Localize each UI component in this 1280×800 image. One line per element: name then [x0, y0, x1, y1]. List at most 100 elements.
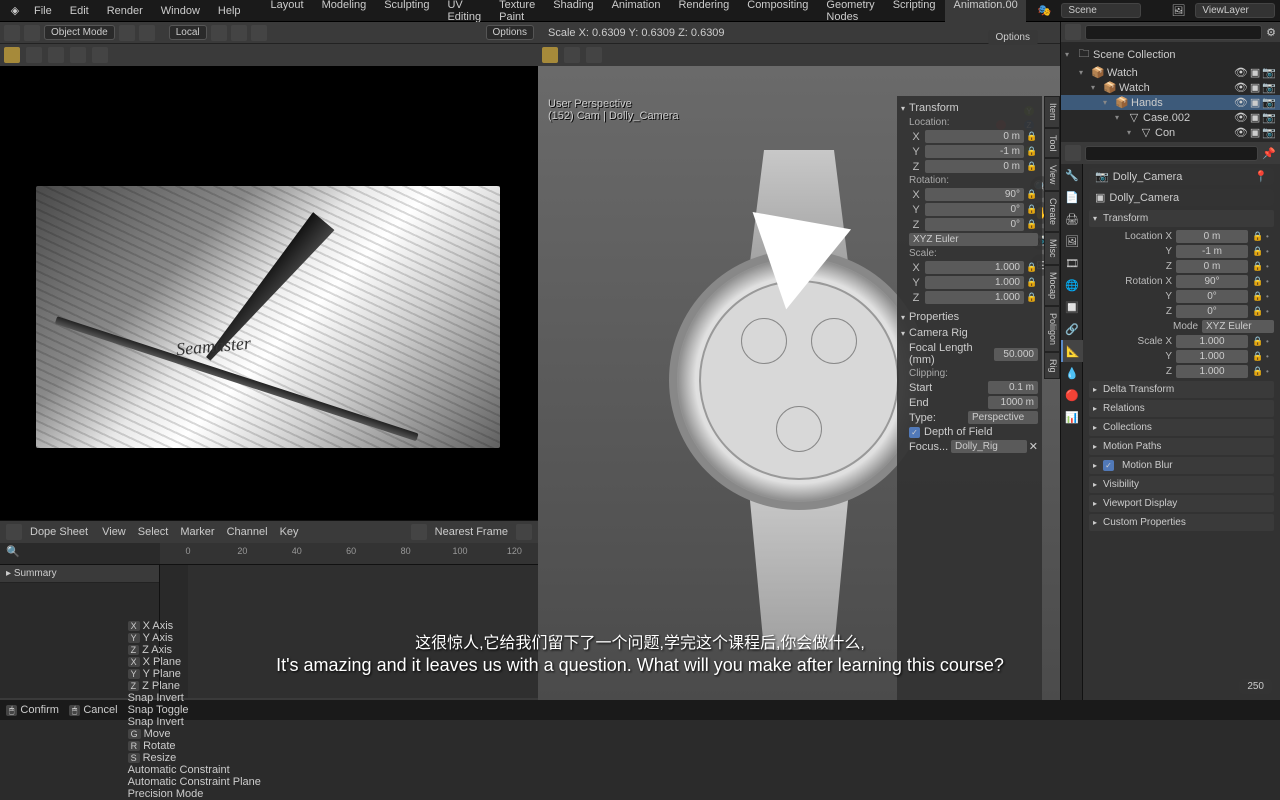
n-panel-tab[interactable]: Item: [1044, 96, 1060, 128]
p-rot-y[interactable]: 0°: [1176, 290, 1248, 303]
focus-object[interactable]: Dolly_Rig: [951, 440, 1027, 453]
pin-toggle-icon[interactable]: 📍: [1254, 170, 1268, 183]
p-loc-z[interactable]: 0 m: [1176, 260, 1248, 273]
property-tab[interactable]: 🔴: [1061, 384, 1083, 406]
n-panel-tab[interactable]: Create: [1044, 191, 1060, 232]
render-icon[interactable]: 📷: [1262, 66, 1276, 79]
p-rot-x[interactable]: 90°: [1176, 275, 1248, 288]
options-dropdown[interactable]: Options: [486, 25, 534, 40]
pin-icon[interactable]: 📌: [1262, 147, 1276, 160]
summary-channel[interactable]: Summary: [0, 565, 159, 583]
data-crumb[interactable]: Dolly_Camera: [1109, 192, 1179, 204]
selectable-icon[interactable]: ▣: [1250, 126, 1260, 139]
p-loc-x[interactable]: 0 m: [1176, 230, 1248, 243]
object-crumb[interactable]: Dolly_Camera: [1113, 171, 1183, 183]
loc-y[interactable]: -1 m: [925, 145, 1024, 158]
property-tab[interactable]: 🔗: [1061, 318, 1083, 340]
image-menu-icon[interactable]: [24, 25, 40, 41]
property-section[interactable]: Visibility: [1089, 476, 1274, 493]
property-tab[interactable]: 🌐: [1061, 274, 1083, 296]
editor-type-icon[interactable]: [4, 25, 20, 41]
property-tab[interactable]: 🖼: [1061, 230, 1083, 252]
p-rot-mode[interactable]: XYZ Euler: [1202, 320, 1274, 333]
rotate-tool-icon[interactable]: [70, 47, 86, 63]
visibility-icon[interactable]: 👁: [1234, 81, 1248, 94]
n-panel-tab[interactable]: Poliigon: [1044, 306, 1060, 352]
dof-checkbox[interactable]: ✓: [909, 427, 920, 438]
property-section[interactable]: Custom Properties: [1089, 514, 1274, 531]
viewport-options[interactable]: Options: [988, 30, 1038, 45]
transform-panel[interactable]: Transform: [1089, 210, 1274, 227]
overlays-icon[interactable]: [119, 25, 135, 41]
camera-rig-section[interactable]: Camera Rig: [901, 325, 1038, 341]
render-icon[interactable]: 📷: [1262, 111, 1276, 124]
loc-z[interactable]: 0 m: [925, 160, 1024, 173]
cursor-tool-icon[interactable]: [4, 47, 20, 63]
frame-ruler[interactable]: 020406080100120140160180200220240: [160, 543, 538, 564]
scale-tool-icon[interactable]: [92, 47, 108, 63]
outliner-item[interactable]: Watch: [1119, 82, 1232, 94]
mode-select[interactable]: Object Mode: [44, 25, 115, 40]
visibility-icon[interactable]: 👁: [1234, 126, 1248, 139]
dopesheet-menu[interactable]: View: [96, 526, 132, 538]
n-panel-tab[interactable]: Mocap: [1044, 265, 1060, 306]
3d-viewport[interactable]: User Perspective (152) Cam | Dolly_Camer…: [538, 66, 1060, 720]
property-section[interactable]: Collections: [1089, 419, 1274, 436]
render-result-viewport[interactable]: [0, 66, 538, 520]
end-frame-field[interactable]: 250: [1239, 679, 1272, 694]
scl-x[interactable]: 1.000: [925, 261, 1024, 274]
outliner-editor-icon[interactable]: [1065, 24, 1081, 40]
blender-logo-icon[interactable]: ◈: [6, 2, 24, 20]
rot-y[interactable]: 0°: [925, 203, 1024, 216]
rotation-mode[interactable]: XYZ Euler: [909, 233, 1038, 246]
n-panel-tab[interactable]: Tool: [1044, 128, 1060, 159]
selectable-icon[interactable]: ▣: [1250, 96, 1260, 109]
snap-mode[interactable]: Nearest Frame: [435, 526, 508, 538]
property-tab[interactable]: 🖨: [1061, 208, 1083, 230]
menu-file[interactable]: File: [26, 2, 60, 20]
render-icon[interactable]: 📷: [1262, 126, 1276, 139]
p-scl-z[interactable]: 1.000: [1176, 365, 1248, 378]
move-gizmo-icon[interactable]: [586, 47, 602, 63]
cam-type[interactable]: Perspective: [968, 411, 1038, 424]
selectable-icon[interactable]: ▣: [1250, 81, 1260, 94]
property-tab[interactable]: 📐: [1061, 340, 1083, 362]
p-rot-z[interactable]: 0°: [1176, 305, 1248, 318]
rot-z[interactable]: 0°: [925, 218, 1024, 231]
outliner-search[interactable]: [1085, 25, 1262, 40]
render-icon[interactable]: 📷: [1262, 96, 1276, 109]
properties-section[interactable]: Properties: [901, 309, 1038, 325]
property-tab[interactable]: 💧: [1061, 362, 1083, 384]
dopesheet-menu[interactable]: Key: [274, 526, 305, 538]
dopesheet-menu[interactable]: Channel: [221, 526, 274, 538]
selectable-icon[interactable]: ▣: [1250, 111, 1260, 124]
autokey-icon[interactable]: [516, 524, 532, 540]
clear-focus-icon[interactable]: ✕: [1029, 440, 1038, 453]
property-section[interactable]: Motion Paths: [1089, 438, 1274, 455]
visibility-icon[interactable]: 👁: [1234, 111, 1248, 124]
scene-field[interactable]: Scene: [1061, 3, 1141, 18]
properties-search[interactable]: [1085, 146, 1258, 161]
dopesheet-menu[interactable]: Marker: [174, 526, 220, 538]
orientation-select[interactable]: Local: [169, 25, 207, 40]
scl-y[interactable]: 1.000: [925, 276, 1024, 289]
dopesheet-editor-icon[interactable]: [6, 524, 22, 540]
property-tab[interactable]: 🔧: [1061, 164, 1083, 186]
n-panel-tab[interactable]: Misc: [1044, 232, 1060, 265]
menu-edit[interactable]: Edit: [62, 2, 97, 20]
render-icon[interactable]: 📷: [1262, 81, 1276, 94]
n-panel-tab[interactable]: Rig: [1044, 352, 1060, 380]
visibility-icon[interactable]: 👁: [1234, 66, 1248, 79]
outliner-item[interactable]: Watch: [1107, 67, 1232, 79]
proportional-icon[interactable]: [251, 25, 267, 41]
clip-start[interactable]: 0.1 m: [988, 381, 1038, 394]
property-tab[interactable]: 🎞: [1061, 252, 1083, 274]
n-panel-tab[interactable]: View: [1044, 158, 1060, 191]
cursor-tool-icon[interactable]: [542, 47, 558, 63]
p-scl-x[interactable]: 1.000: [1176, 335, 1248, 348]
clip-end[interactable]: 1000 m: [988, 396, 1038, 409]
shading-icon[interactable]: [139, 25, 155, 41]
scl-z[interactable]: 1.000: [925, 291, 1024, 304]
property-tab[interactable]: 📊: [1061, 406, 1083, 428]
property-section[interactable]: Relations: [1089, 400, 1274, 417]
